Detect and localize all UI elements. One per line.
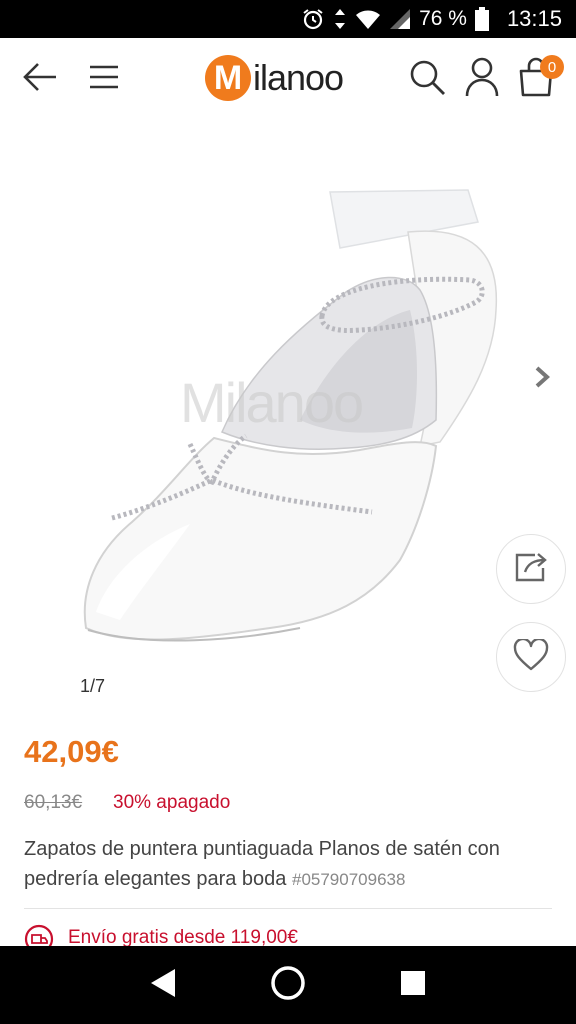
wifi-icon [355,8,381,30]
logo-mark: M [205,55,251,101]
image-counter: 1/7 [80,676,106,696]
watermark: Milanoo [180,371,364,434]
nav-back-button[interactable] [133,955,193,1015]
discount-label: 30% apagado [113,792,231,813]
screen: 76 % 13:15 M ilanoo 0 Milanoo 1/7 42,09€… [0,0,576,1024]
menu-icon [88,64,120,95]
nav-recents-button[interactable] [383,955,443,1015]
battery-percent: 76 % [419,7,467,30]
app-header: M ilanoo 0 [0,38,576,120]
nav-home-button[interactable] [258,955,318,1015]
status-bar: 76 % 13:15 [0,0,576,38]
product-title-text: Zapatos de puntera puntiaguada Planos de… [24,838,500,890]
back-button[interactable] [14,38,66,120]
product-title: Zapatos de puntera puntiaguada Planos de… [24,834,554,895]
share-icon [513,550,549,589]
milanoo-logo[interactable]: M ilanoo [205,55,344,101]
original-price: 60,13€ [24,792,83,813]
battery-icon [474,7,489,31]
wishlist-button[interactable] [496,622,566,692]
chevron-right-icon [534,366,550,392]
signal-icon [389,8,411,30]
system-nav-bar [0,946,576,1024]
cart-count-badge: 0 [540,55,564,79]
search-button[interactable] [404,38,450,120]
shipping-truck-icon [24,924,54,948]
menu-button[interactable] [80,38,128,120]
alarm-icon [301,7,325,31]
product-sku: #05790709638 [291,870,406,889]
account-button[interactable] [460,38,504,120]
nav-back-icon [148,967,178,1004]
divider [24,908,552,909]
user-icon [465,57,499,102]
nav-recents-icon [400,970,426,1001]
search-icon [407,57,447,102]
free-shipping-text: Envío gratis desde 119,00€ [68,927,298,948]
cart-button[interactable]: 0 [514,38,564,120]
clock: 13:15 [506,6,562,31]
back-arrow-icon [22,62,58,97]
product-image-gallery[interactable]: Milanoo 1/7 [0,120,576,720]
product-price: 42,09€ [24,734,119,769]
nav-home-icon [270,965,306,1006]
data-arrows-icon [333,8,347,30]
next-image-button[interactable] [534,366,550,393]
share-button[interactable] [496,534,566,604]
free-shipping-row[interactable]: Envío gratis desde 119,00€ [24,924,298,948]
logo-text: ilanoo [253,57,344,98]
heart-icon [513,637,549,676]
